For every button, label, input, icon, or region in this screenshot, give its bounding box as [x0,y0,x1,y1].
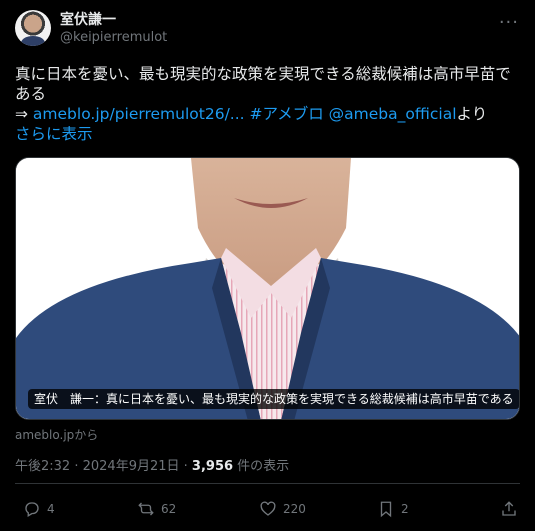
author-handle[interactable]: @keipierremulot [60,29,167,47]
tweet-link[interactable]: ameblo.jp/pierremulot26/... [33,105,245,123]
tweet-time[interactable]: 午後2:32 [15,459,70,474]
share-icon [502,501,516,516]
divider [15,483,520,484]
heart-icon [260,501,276,516]
view-count-label: 件の表示 [233,459,290,474]
suffix-text: より [456,105,488,123]
bookmark-button[interactable]: 2 [377,500,409,518]
more-options-icon[interactable]: ··· [499,12,519,33]
card-caption: 室伏 謙一：真に日本を憂い、最も現実的な政策を実現できる総裁候補は高市早苗である [28,389,519,409]
author-names: 室伏謙一 @keipierremulot [60,11,167,47]
tweet-body: 真に日本を憂い、最も現実的な政策を実現できる総裁候補は高市早苗である [15,65,511,103]
retweet-button[interactable]: 62 [137,500,176,518]
author-display-name[interactable]: 室伏謙一 [60,11,167,29]
arrow-text: ⇒ [15,105,33,123]
share-button[interactable] [500,500,518,518]
retweet-count: 62 [161,502,177,516]
tweet-date[interactable]: 2024年9月21日 [83,459,180,474]
retweet-icon [138,502,154,516]
bookmark-icon [380,501,392,518]
reply-button[interactable]: 4 [23,500,55,518]
tweet-header: 室伏謙一 @keipierremulot ··· [15,10,523,50]
link-card[interactable]: 室伏 謙一：真に日本を憂い、最も現実的な政策を実現できる総裁候補は高市早苗である [15,157,520,420]
card-image [16,158,519,419]
reply-count: 4 [47,502,55,516]
tweet-text: 真に日本を憂い、最も現実的な政策を実現できる総裁候補は高市早苗である ⇒ ame… [15,64,521,144]
action-bar: 4 62 220 2 [15,500,520,522]
like-count: 220 [283,502,306,516]
card-source[interactable]: ameblo.jpから [15,426,98,443]
bookmark-count: 2 [401,502,409,516]
meta-separator-2: · [179,459,192,474]
avatar[interactable] [15,10,51,46]
hashtag-link[interactable]: #アメブロ [250,105,324,123]
meta-separator: · [70,459,83,474]
mention-link[interactable]: @ameba_official [329,105,457,123]
like-button[interactable]: 220 [259,500,306,518]
tweet-meta: 午後2:32 · 2024年9月21日 · 3,956 件の表示 [15,455,289,474]
view-count: 3,956 [191,459,234,474]
show-more-link[interactable]: さらに表示 [15,124,521,144]
reply-icon [25,502,39,517]
